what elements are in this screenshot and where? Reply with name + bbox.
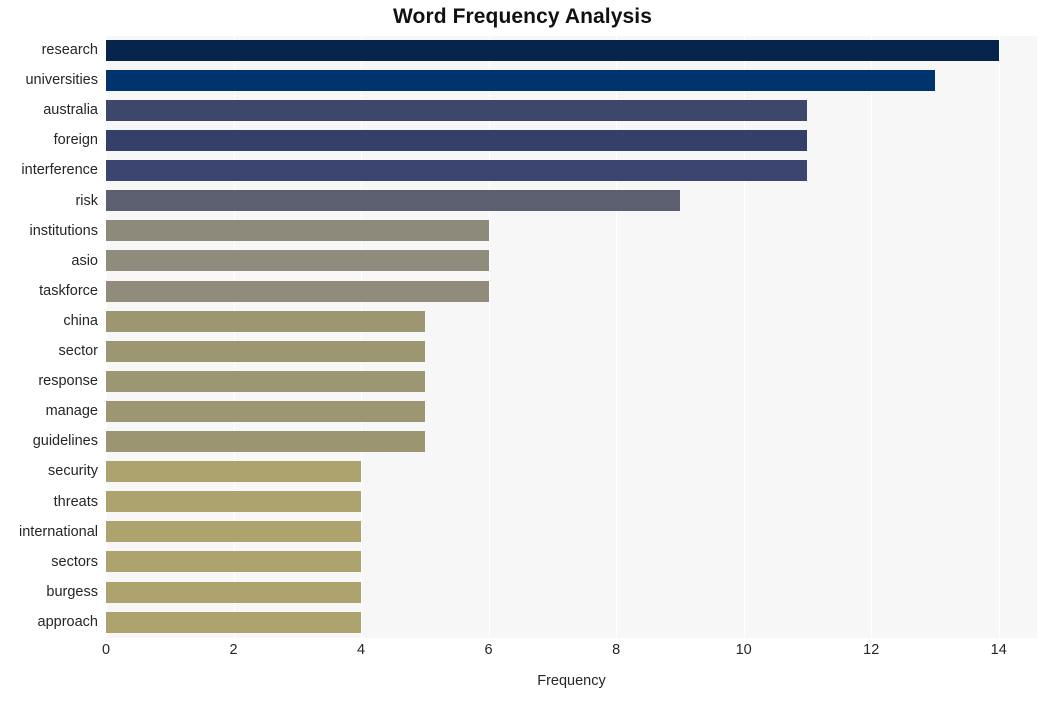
y-axis-label-taskforce: taskforce (39, 282, 98, 299)
plot-area (106, 36, 1037, 638)
bar-china[interactable] (106, 310, 425, 332)
y-axis-label-institutions: institutions (29, 222, 98, 239)
y-axis-label-security: security (48, 463, 98, 480)
bar-foreign[interactable] (106, 130, 808, 152)
bar-institutions[interactable] (106, 220, 489, 242)
bar-row (106, 36, 1037, 65)
bar-row (106, 397, 1037, 426)
bar-row (106, 518, 1037, 547)
y-axis-label-china: china (63, 312, 98, 329)
x-axis-tick-10: 10 (735, 642, 752, 658)
chart-title: Word Frequency Analysis (392, 5, 653, 28)
bar-row (106, 156, 1037, 185)
x-axis-tick-4: 4 (357, 642, 366, 658)
bar-row (106, 367, 1037, 396)
x-axis-title: Frequency (537, 673, 606, 689)
y-axis-label-asio: asio (71, 252, 98, 269)
y-axis-label-burgess: burgess (46, 583, 98, 600)
y-axis-label-universities: universities (25, 72, 98, 89)
bar-guidelines[interactable] (106, 431, 425, 453)
bar-international[interactable] (106, 521, 362, 543)
bar-row (106, 66, 1037, 95)
x-axis-tick-2: 2 (229, 642, 238, 658)
y-axis-label-sectors: sectors (51, 553, 98, 570)
y-axis-label-response: response (38, 373, 98, 390)
bar-row (106, 457, 1037, 486)
bars-container (106, 36, 1037, 638)
y-axis-label-guidelines: guidelines (32, 433, 98, 450)
x-axis-tick-6: 6 (484, 642, 493, 658)
word-frequency-chart: Word Frequency Analysis research universi… (0, 0, 1045, 701)
y-axis-label-approach: approach (37, 613, 98, 630)
y-axis-labels: research universities australia foreign inte… (0, 36, 98, 638)
bar-taskforce[interactable] (106, 280, 489, 302)
y-axis-label-threats: threats (53, 493, 98, 510)
bar-risk[interactable] (106, 190, 680, 212)
y-axis-label-manage: manage (45, 403, 98, 420)
bar-row (106, 578, 1037, 607)
y-axis-label-risk: risk (75, 192, 98, 209)
bar-security[interactable] (106, 461, 362, 483)
bar-manage[interactable] (106, 400, 425, 422)
y-axis-label-interference: interference (21, 162, 98, 179)
bar-interference[interactable] (106, 160, 808, 182)
bar-row (106, 96, 1037, 125)
y-axis-label-international: international (19, 523, 98, 540)
bar-row (106, 187, 1037, 216)
bar-row (106, 277, 1037, 306)
bar-burgess[interactable] (106, 581, 362, 603)
bar-australia[interactable] (106, 99, 808, 121)
bar-research[interactable] (106, 39, 999, 61)
y-axis-label-research: research (41, 42, 98, 58)
bar-row (106, 126, 1037, 155)
y-axis-label-foreign: foreign (53, 132, 98, 149)
bar-row (106, 427, 1037, 456)
bar-sectors[interactable] (106, 551, 362, 573)
bar-sector[interactable] (106, 340, 425, 362)
x-axis-tick-8: 8 (612, 642, 621, 658)
bar-row (106, 608, 1037, 637)
y-axis-label-sector: sector (58, 343, 99, 359)
y-axis-label-australia: australia (43, 102, 98, 119)
bar-threats[interactable] (106, 491, 362, 513)
bar-row (106, 337, 1037, 366)
bar-row (106, 217, 1037, 246)
x-axis-tick-14: 14 (990, 642, 1007, 658)
bar-universities[interactable] (106, 69, 935, 91)
bar-approach[interactable] (106, 611, 362, 633)
bar-response[interactable] (106, 370, 425, 392)
bar-row (106, 548, 1037, 577)
bar-row (106, 247, 1037, 276)
bar-row (106, 307, 1037, 336)
bar-asio[interactable] (106, 250, 489, 272)
bar-row (106, 488, 1037, 517)
x-axis-tick-0: 0 (101, 642, 111, 658)
x-axis-tick-12: 12 (863, 642, 880, 658)
x-axis-ticks: 0 2 4 6 8 10 12 14 (102, 638, 1037, 664)
